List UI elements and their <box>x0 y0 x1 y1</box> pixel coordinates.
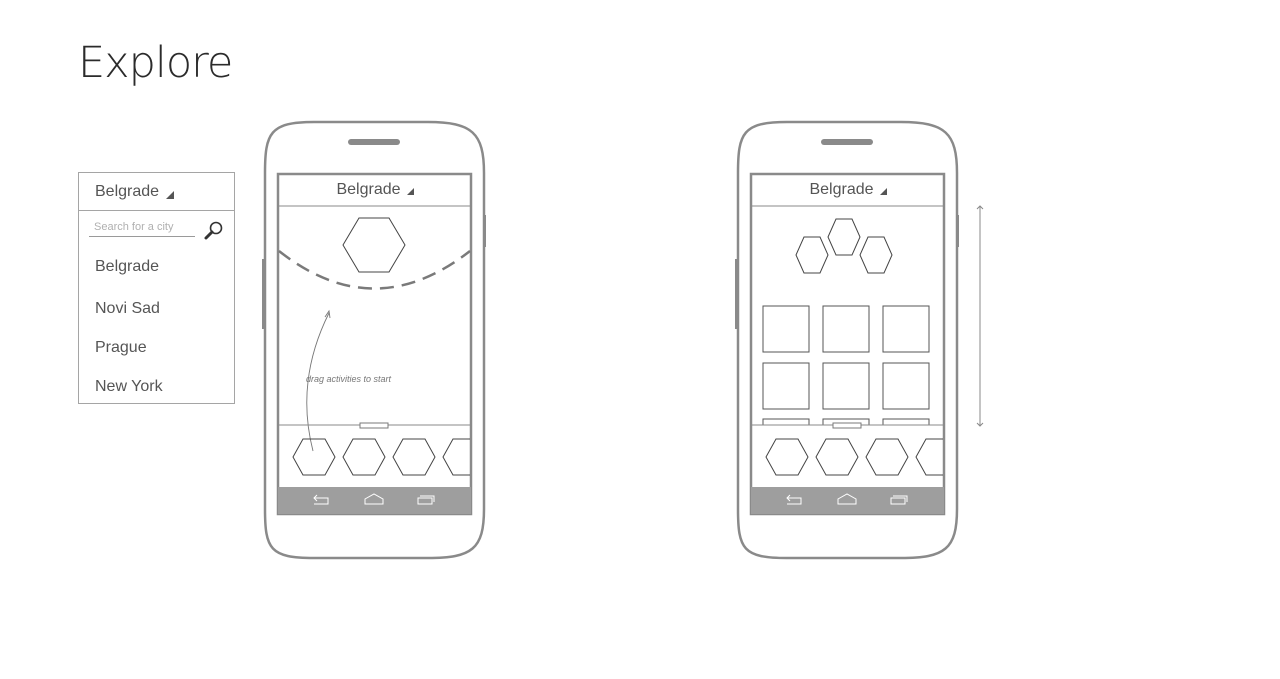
phone-right-city-label: Belgrade <box>809 181 874 198</box>
city-option-novi-sad[interactable]: Novi Sad <box>95 300 160 318</box>
page-title: Explore <box>78 38 233 88</box>
dropdown-arrow-icon <box>166 190 175 199</box>
city-search-input[interactable]: Search for a city <box>89 221 195 237</box>
phone-mockup-right: Belgrade <box>735 120 965 561</box>
search-icon[interactable] <box>203 220 225 242</box>
dropdown-header[interactable]: Belgrade <box>79 173 234 211</box>
phone-left-city-selector[interactable]: Belgrade <box>262 181 488 199</box>
city-option-belgrade[interactable]: Belgrade <box>95 258 159 276</box>
dropdown-selected-city: Belgrade <box>95 182 160 200</box>
phone-right-city-selector[interactable]: Belgrade <box>735 181 961 199</box>
phone-mockup-left: Belgrade drag activities to start <box>262 120 492 561</box>
city-dropdown[interactable]: Belgrade Search for a city Belgrade Novi… <box>78 172 235 404</box>
drag-hint-text: drag activities to start <box>306 374 392 384</box>
phone-left-city-label: Belgrade <box>336 181 401 198</box>
city-option-prague[interactable]: Prague <box>95 339 147 357</box>
city-option-new-york[interactable]: New York <box>95 378 163 396</box>
dropdown-arrow-icon <box>406 188 414 195</box>
dropdown-arrow-icon <box>879 188 887 195</box>
scroll-extent-arrow <box>976 205 984 427</box>
